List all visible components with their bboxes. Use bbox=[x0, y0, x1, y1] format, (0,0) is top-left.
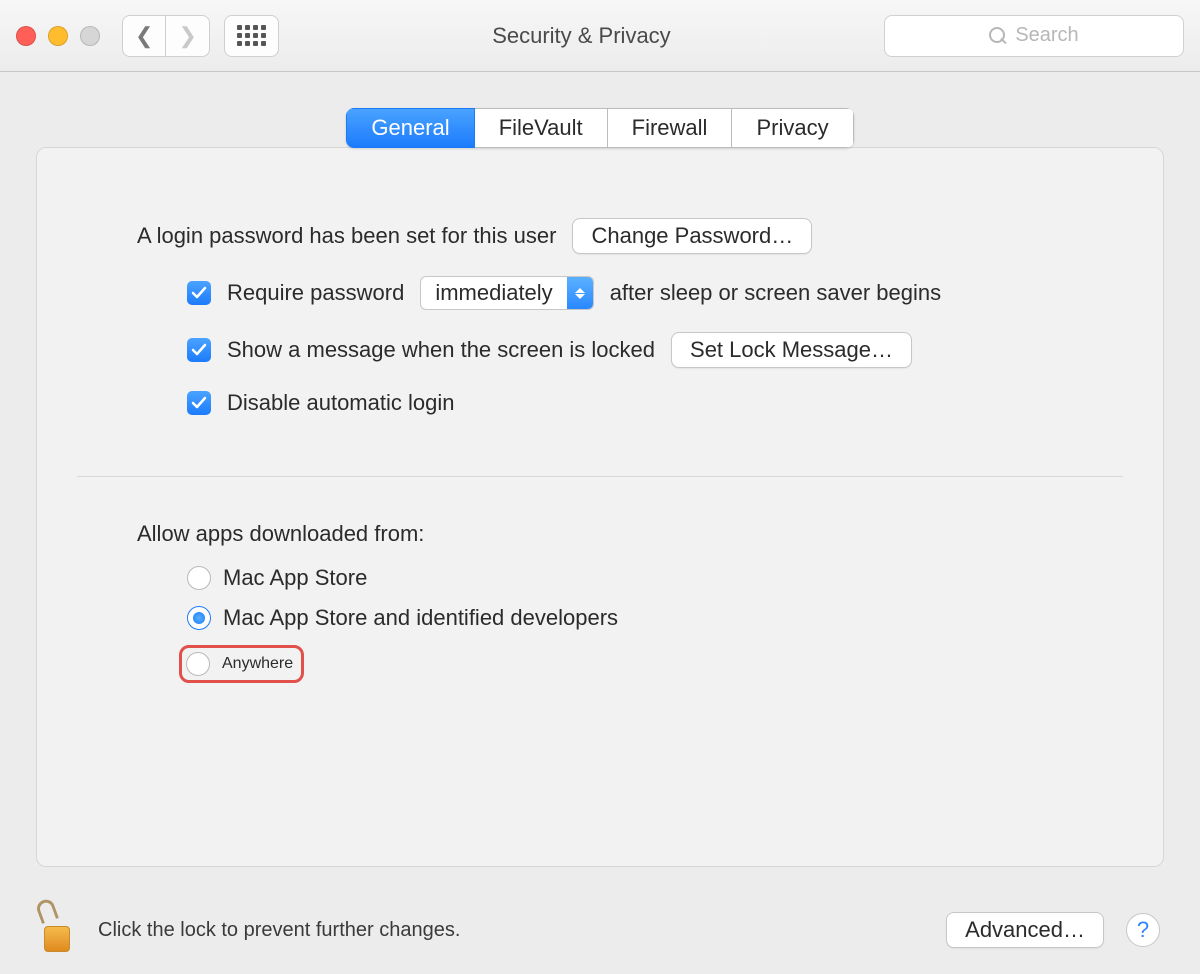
anywhere-highlight: Anywhere bbox=[179, 645, 304, 683]
disable-auto-login-checkbox[interactable] bbox=[187, 391, 211, 415]
grid-icon bbox=[237, 25, 266, 46]
section-divider bbox=[77, 476, 1123, 477]
check-icon bbox=[191, 395, 207, 411]
check-icon bbox=[191, 285, 207, 301]
window-titlebar: ❮ ❯ Security & Privacy Search bbox=[0, 0, 1200, 72]
updown-icon bbox=[567, 277, 593, 309]
radio-mac-app-store[interactable] bbox=[187, 566, 211, 590]
tab-firewall[interactable]: Firewall bbox=[608, 108, 733, 148]
search-input[interactable]: Search bbox=[884, 15, 1184, 57]
show-lock-message-label: Show a message when the screen is locked bbox=[227, 337, 655, 363]
radio-identified-developers[interactable] bbox=[187, 606, 211, 630]
require-password-delay-select[interactable]: immediately bbox=[420, 276, 593, 310]
search-placeholder: Search bbox=[1015, 24, 1078, 47]
search-icon bbox=[989, 27, 1007, 45]
chevron-left-icon: ❮ bbox=[135, 23, 153, 49]
lock-body-icon bbox=[44, 926, 70, 952]
lock-open-icon bbox=[34, 897, 58, 924]
change-password-button[interactable]: Change Password… bbox=[572, 218, 812, 254]
allow-apps-heading: Allow apps downloaded from: bbox=[137, 521, 424, 547]
chevron-right-icon: ❯ bbox=[178, 23, 196, 49]
select-value: immediately bbox=[421, 277, 566, 309]
radio-anywhere[interactable] bbox=[186, 652, 210, 676]
close-window-button[interactable] bbox=[16, 26, 36, 46]
show-all-button[interactable] bbox=[224, 15, 279, 57]
lock-hint-text: Click the lock to prevent further change… bbox=[98, 919, 924, 942]
set-lock-message-button[interactable]: Set Lock Message… bbox=[671, 332, 912, 368]
tab-general[interactable]: General bbox=[346, 108, 474, 148]
require-password-suffix: after sleep or screen saver begins bbox=[610, 280, 941, 306]
minimize-window-button[interactable] bbox=[48, 26, 68, 46]
forward-button[interactable]: ❯ bbox=[166, 15, 209, 57]
disable-auto-login-label: Disable automatic login bbox=[227, 390, 454, 416]
tab-privacy[interactable]: Privacy bbox=[732, 108, 853, 148]
window-controls bbox=[16, 26, 100, 46]
advanced-button[interactable]: Advanced… bbox=[946, 912, 1104, 948]
tab-filevault[interactable]: FileVault bbox=[475, 108, 608, 148]
nav-back-forward: ❮ ❯ bbox=[122, 15, 210, 57]
login-password-text: A login password has been set for this u… bbox=[137, 223, 556, 249]
tab-bar: General FileVault Firewall Privacy bbox=[36, 108, 1164, 148]
radio-anywhere-label: Anywhere bbox=[222, 655, 293, 673]
check-icon bbox=[191, 342, 207, 358]
window-title: Security & Privacy bbox=[293, 23, 870, 49]
help-button[interactable]: ? bbox=[1126, 913, 1160, 947]
radio-identified-developers-label: Mac App Store and identified developers bbox=[223, 605, 618, 631]
lock-button[interactable] bbox=[40, 908, 76, 952]
footer: Click the lock to prevent further change… bbox=[0, 894, 1200, 974]
show-lock-message-checkbox[interactable] bbox=[187, 338, 211, 362]
radio-mac-app-store-label: Mac App Store bbox=[223, 565, 367, 591]
require-password-label: Require password bbox=[227, 280, 404, 306]
back-button[interactable]: ❮ bbox=[122, 15, 166, 57]
zoom-window-button[interactable] bbox=[80, 26, 100, 46]
general-panel: A login password has been set for this u… bbox=[36, 147, 1164, 867]
require-password-checkbox[interactable] bbox=[187, 281, 211, 305]
